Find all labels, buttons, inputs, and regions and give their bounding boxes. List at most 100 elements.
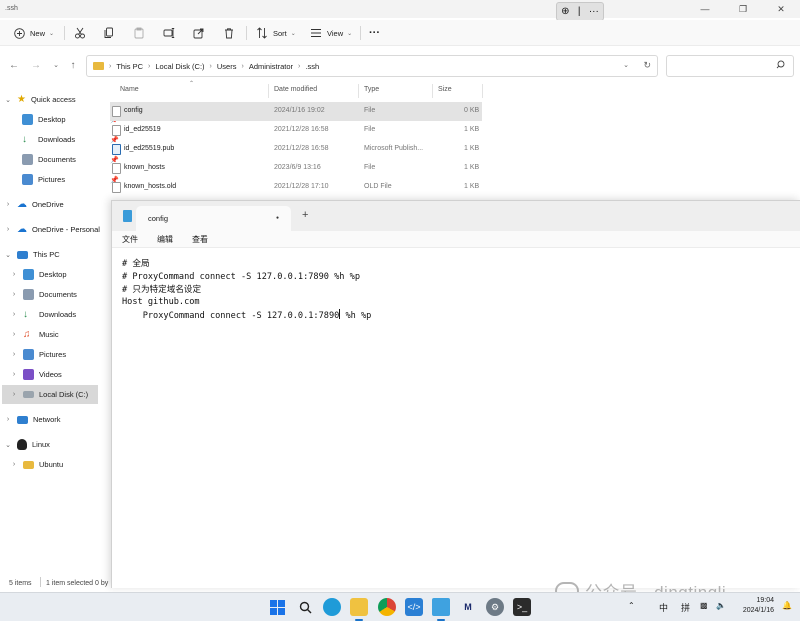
terminal-icon[interactable]: >_	[513, 598, 531, 616]
tab-config[interactable]: config ●	[136, 206, 291, 231]
menu-file[interactable]: 文件	[122, 234, 138, 245]
sidebar-item-label: Quick access	[31, 95, 76, 104]
view-button[interactable]: View ⌄	[309, 25, 352, 41]
sidebar-item-qa-pictures[interactable]: Pictures 📌	[22, 170, 65, 189]
file-explorer-icon[interactable]	[350, 598, 368, 616]
sidebar-item-local-disk[interactable]: › Local Disk (C:)	[2, 385, 98, 404]
chevron-right-icon[interactable]: ›	[10, 271, 18, 278]
new-button[interactable]: New ⌄	[12, 25, 54, 41]
forward-arrow-icon[interactable]: →	[29, 58, 43, 72]
chevron-right-icon[interactable]: ›	[10, 391, 18, 398]
app-icon[interactable]: M	[459, 598, 477, 616]
column-divider[interactable]	[482, 84, 483, 98]
column-divider[interactable]	[432, 84, 433, 98]
sidebar-item-this-pc[interactable]: ⌄ This PC	[4, 245, 60, 264]
sidebar-item-quick-access[interactable]: ⌄ ★ Quick access	[4, 90, 76, 109]
refresh-icon[interactable]: ↻	[643, 60, 651, 71]
text-editor[interactable]: # 全局 # ProxyCommand connect -S 127.0.0.1…	[122, 258, 782, 323]
file-row[interactable]: id_ed25519.pub 2021/12/28 16:58 Microsof…	[110, 140, 482, 159]
column-divider[interactable]	[268, 84, 269, 98]
sidebar-item-pc-music[interactable]: › ♫ Music	[10, 325, 59, 344]
breadcrumb-ssh[interactable]: .ssh	[305, 62, 319, 71]
chrome-browser-icon[interactable]	[378, 598, 396, 616]
speaker-icon[interactable]: 🔈	[716, 601, 726, 610]
sidebar-item-network[interactable]: › Network	[4, 410, 61, 429]
sidebar-item-ubuntu[interactable]: › Ubuntu	[10, 455, 63, 474]
column-header-size[interactable]: Size	[438, 86, 452, 93]
chevron-right-icon[interactable]: ›	[10, 291, 18, 298]
minimize-icon[interactable]: —	[686, 0, 724, 18]
chevron-up-icon[interactable]: ⌃	[628, 601, 635, 610]
new-tab-button[interactable]: +	[302, 209, 308, 221]
chevron-right-icon[interactable]: ›	[4, 201, 12, 208]
breadcrumb-administrator[interactable]: Administrator	[249, 62, 293, 71]
unsaved-dot-icon[interactable]: ●	[276, 215, 279, 221]
column-divider[interactable]	[358, 84, 359, 98]
chevron-right-icon[interactable]: ›	[4, 416, 12, 423]
sidebar-item-pc-pictures[interactable]: › Pictures	[10, 345, 66, 364]
ime-mode-1[interactable]: 中	[659, 601, 668, 614]
sidebar-item-linux[interactable]: ⌄ Linux	[4, 435, 50, 454]
chevron-right-icon[interactable]: ›	[10, 331, 18, 338]
search-input[interactable]	[666, 55, 794, 77]
breadcrumb-users[interactable]: Users	[217, 62, 237, 71]
sidebar-item-pc-documents[interactable]: › Documents	[10, 285, 77, 304]
chevron-right-icon[interactable]: ›	[10, 311, 18, 318]
more-options-button[interactable]: ···	[369, 25, 380, 41]
file-row[interactable]: known_hosts 2023/6/9 13:16 File 1 KB	[110, 159, 482, 178]
breadcrumb-this-pc[interactable]: This PC	[116, 62, 143, 71]
menu-edit[interactable]: 编辑	[157, 234, 173, 245]
sidebar-item-pc-downloads[interactable]: › ↓ Downloads	[10, 305, 76, 324]
paste-button[interactable]	[132, 25, 146, 41]
edge-browser-icon[interactable]	[323, 598, 341, 616]
back-arrow-icon[interactable]: ←	[7, 58, 21, 72]
share-button[interactable]	[192, 25, 206, 41]
close-icon[interactable]: ✕	[762, 0, 800, 18]
column-header-name[interactable]: Name	[120, 86, 139, 93]
address-bar[interactable]: › This PC › Local Disk (C:) › Users › Ad…	[86, 55, 658, 77]
address-dropdown-icon[interactable]: ⌄	[623, 61, 629, 69]
sidebar-item-qa-documents[interactable]: Documents 📌	[22, 150, 76, 169]
sidebar-item-onedrive[interactable]: › ☁ OneDrive	[4, 195, 64, 214]
sidebar-item-qa-downloads[interactable]: ↓ Downloads 📌	[22, 130, 75, 149]
system-clock[interactable]: 19:04 2024/1/16	[734, 596, 774, 616]
ime-mode-2[interactable]: 拼	[681, 601, 690, 614]
chevron-right-icon[interactable]: ›	[4, 226, 12, 233]
column-header-type[interactable]: Type	[364, 86, 379, 93]
sidebar-item-label: Linux	[32, 440, 50, 449]
chevron-down-icon[interactable]: ⌄	[4, 251, 12, 259]
windows-start-icon[interactable]	[268, 598, 286, 616]
monitor-icon[interactable]: ▩	[700, 601, 708, 610]
sidebar-item-qa-desktop[interactable]: Desktop 📌	[22, 110, 66, 129]
column-header-date[interactable]: Date modified	[274, 86, 317, 93]
delete-button[interactable]	[222, 25, 236, 41]
chevron-down-icon[interactable]: ⌄	[4, 441, 12, 449]
file-row[interactable]: known_hosts.old 2021/12/28 17:10 OLD Fil…	[110, 178, 482, 197]
sort-button[interactable]: Sort ⌄	[255, 25, 296, 41]
menu-view[interactable]: 查看	[192, 234, 208, 245]
sidebar-item-label: Pictures	[39, 350, 66, 359]
chevron-down-icon[interactable]: ⌄	[4, 96, 12, 104]
chevron-right-icon[interactable]: ›	[10, 371, 18, 378]
up-arrow-icon[interactable]: ↑	[66, 58, 80, 72]
zoom-icon[interactable]: ⊕	[561, 6, 569, 17]
chevron-right-icon[interactable]: ›	[10, 351, 18, 358]
file-row[interactable]: config 2024/1/16 19:02 File 0 KB	[110, 102, 482, 121]
notification-bell-icon[interactable]: 🔔	[782, 601, 792, 610]
file-row[interactable]: id_ed25519 2021/12/28 16:58 File 1 KB	[110, 121, 482, 140]
sidebar-item-pc-videos[interactable]: › Videos	[10, 365, 62, 384]
cut-button[interactable]	[73, 25, 87, 41]
rename-button[interactable]	[162, 25, 176, 41]
breadcrumb-local-disk[interactable]: Local Disk (C:)	[155, 62, 204, 71]
chevron-right-icon[interactable]: ›	[10, 461, 18, 468]
search-icon[interactable]	[296, 598, 314, 616]
settings-gear-icon[interactable]: ⚙	[486, 598, 504, 616]
zoom-more-icon[interactable]: ···	[589, 6, 599, 17]
notepad-icon[interactable]	[432, 598, 450, 616]
vscode-icon[interactable]: </>	[405, 598, 423, 616]
maximize-icon[interactable]: ❐	[724, 0, 762, 18]
sidebar-item-pc-desktop[interactable]: › Desktop	[10, 265, 67, 284]
sidebar-item-onedrive-personal[interactable]: › ☁ OneDrive - Personal	[4, 220, 100, 239]
recent-chevron-icon[interactable]: ⌄	[49, 58, 63, 72]
copy-button[interactable]	[102, 25, 116, 41]
